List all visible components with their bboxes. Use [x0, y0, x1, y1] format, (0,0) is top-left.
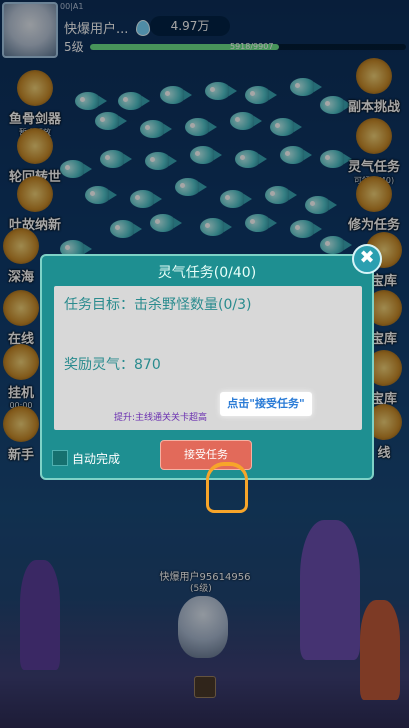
task-panel: 任务目标：击杀野怪数量(0/3) 奖励灵气：870 提升:主线通关关卡超高 [54, 286, 362, 430]
guide-tooltip: 点击"接受任务" [220, 392, 312, 416]
task-reward: 奖励灵气：870 [64, 357, 161, 373]
auto-complete-label: 自动完成 [72, 452, 121, 466]
task-goal: 任务目标：击杀野怪数量(0/3) [64, 297, 252, 313]
dialog-title: 灵气任务(0/40) [157, 265, 257, 281]
auto-complete-checkbox[interactable] [52, 450, 68, 466]
lingqi-task-dialog: 灵气任务(0/40) ✖ 任务目标：击杀野怪数量(0/3) 奖励灵气：870 提… [40, 244, 382, 480]
pointing-hand-icon [206, 462, 248, 513]
close-button[interactable]: ✖ [352, 244, 382, 274]
